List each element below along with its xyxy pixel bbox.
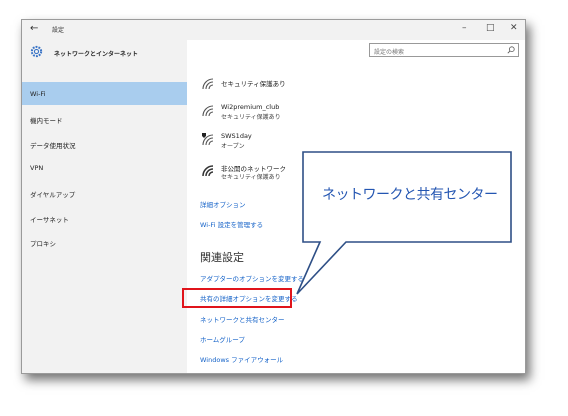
close-button[interactable]: ✕ (510, 23, 518, 33)
advanced-options-link[interactable]: 詳細オプション (200, 199, 246, 209)
sidebar-header: ネットワークとインターネット (30, 43, 180, 63)
search-input[interactable]: 設定の検索 (369, 43, 519, 57)
maximize-button[interactable]: □ (486, 23, 495, 33)
network-security-status: セキュリティ保護あり (221, 80, 286, 88)
search-placeholder: 設定の検索 (374, 49, 405, 56)
windows-firewall-link[interactable]: Windows ファイアウォール (200, 354, 283, 364)
search-icon (507, 46, 515, 54)
minimize-button[interactable]: – (462, 23, 467, 33)
wifi-signal-icon (202, 165, 214, 177)
wifi-signal-icon (202, 78, 214, 90)
wifi-signal-icon (202, 105, 214, 117)
homegroup-link[interactable]: ホームグループ (200, 334, 245, 344)
related-settings-heading: 関連設定 (200, 251, 244, 264)
main-content: 設定の検索 セキュリティ保護あり Wi2premium_club セキュリティ保… (187, 40, 525, 373)
network-sharing-center-link[interactable]: ネットワークと共有センター (200, 314, 285, 324)
sidebar: ネットワークとインターネット Wi-Fi 機内モード データ使用状況 VPN ダ… (22, 40, 187, 373)
highlight-box (182, 288, 292, 308)
change-adapter-options-link[interactable]: アダプターのオプションを変更する (200, 273, 304, 283)
sidebar-item-airplane-mode[interactable]: 機内モード (22, 107, 187, 130)
callout-text: ネットワークと共有センター (322, 187, 498, 203)
sidebar-item-dialup[interactable]: ダイヤルアップ (22, 181, 187, 204)
network-item[interactable]: Wi2premium_club セキュリティ保護あり (201, 103, 351, 127)
wifi-shield-icon (202, 133, 214, 146)
sidebar-item-data-usage[interactable]: データ使用状況 (22, 132, 187, 155)
network-security-status: セキュリティ保護あり (221, 174, 281, 181)
sidebar-item-ethernet[interactable]: イーサネット (22, 206, 187, 229)
sidebar-item-vpn[interactable]: VPN (22, 156, 187, 179)
network-name: SWS1day (221, 132, 252, 140)
network-security-status: オープン (221, 143, 245, 150)
back-arrow-icon[interactable]: ← (30, 23, 38, 34)
gear-icon (30, 45, 43, 58)
title-bar: ← 設定 – □ ✕ (22, 20, 525, 40)
manage-wifi-settings-link[interactable]: Wi-Fi 設定を管理する (200, 219, 263, 229)
network-security-status: セキュリティ保護あり (221, 114, 281, 121)
network-name: Wi2premium_club (221, 103, 280, 111)
network-item[interactable]: SWS1day オープン (201, 132, 351, 156)
network-item[interactable]: セキュリティ保護あり (201, 76, 351, 100)
sidebar-item-proxy[interactable]: プロキシ (22, 230, 187, 253)
window-title: 設定 (52, 27, 65, 34)
sidebar-title: ネットワークとインターネット (54, 51, 139, 58)
sidebar-item-wifi[interactable]: Wi-Fi (22, 82, 187, 105)
